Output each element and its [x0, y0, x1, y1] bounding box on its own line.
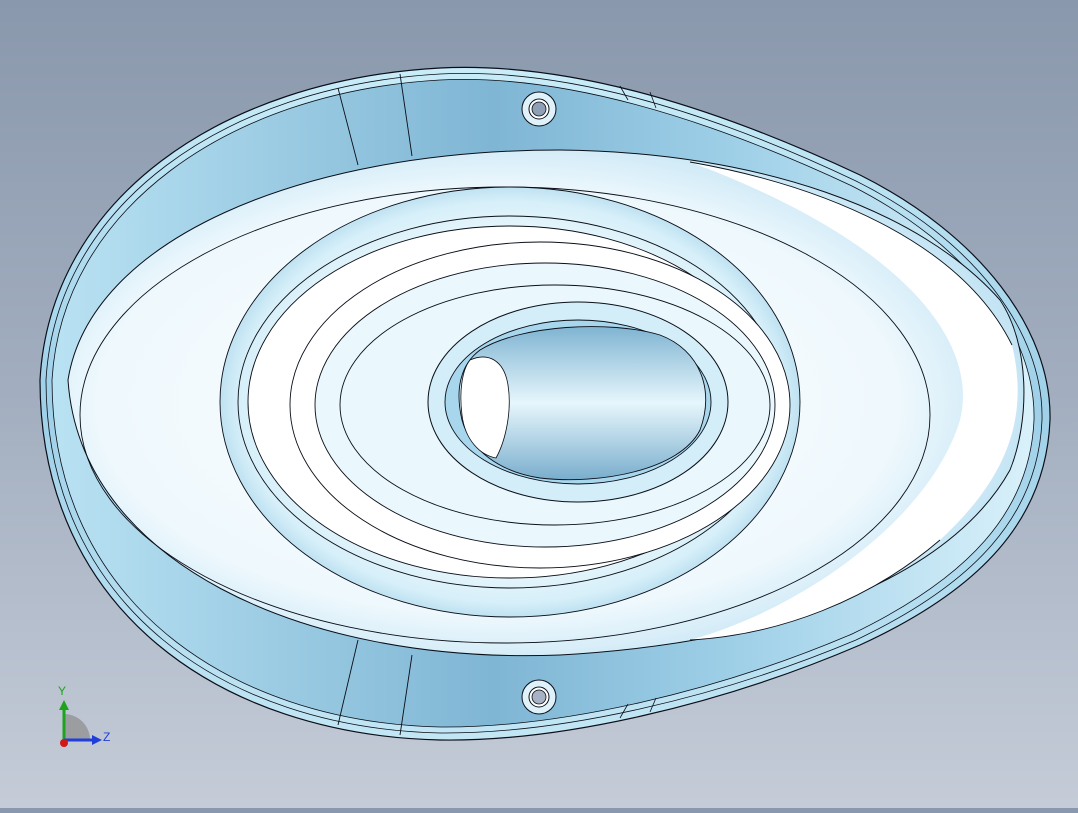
axis-triad: Y Z: [52, 684, 122, 752]
part-model[interactable]: [0, 0, 1078, 808]
z-axis-arrow: [92, 735, 102, 745]
cad-viewport[interactable]: [0, 0, 1078, 808]
y-axis-label: Y: [58, 684, 67, 698]
y-axis-arrow: [59, 700, 69, 710]
mounting-hole-top: [521, 91, 557, 127]
z-axis-label: Z: [103, 730, 111, 744]
x-axis-dot: [60, 739, 68, 747]
mounting-hole-bottom: [521, 679, 557, 715]
